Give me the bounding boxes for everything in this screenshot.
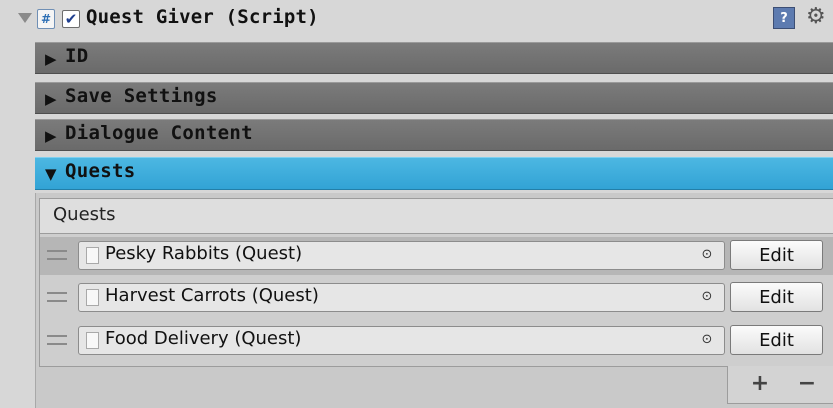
object-picker-icon[interactable]: ⊙ [698, 288, 716, 306]
add-item-icon[interactable]: + [747, 371, 773, 397]
foldout-arrow-icon: ▶ [45, 90, 57, 108]
foldout-arrow-icon: ▶ [45, 127, 57, 145]
quest-asset-icon [86, 332, 99, 349]
foldout-dialogue-content[interactable]: ▶ Dialogue Content [35, 119, 833, 151]
quest-object-field[interactable]: Food Delivery (Quest) [78, 326, 725, 355]
list-footer: + − [727, 366, 833, 404]
quest-list-row[interactable]: Harvest Carrots (Quest) ⊙ Edit [40, 279, 833, 317]
edit-quest-button[interactable]: Edit [730, 282, 823, 312]
drag-handle-icon[interactable] [47, 250, 67, 260]
foldout-label: Save Settings [65, 85, 218, 107]
quest-list-header-label: Quests [53, 204, 116, 225]
edit-quest-button[interactable]: Edit [730, 325, 823, 355]
settings-gear-icon[interactable]: ⚙ [806, 3, 833, 31]
foldout-quests[interactable]: ▼ Quests [35, 157, 833, 190]
quest-object-label: Pesky Rabbits (Quest) [105, 243, 303, 264]
foldout-id[interactable]: ▶ ID [35, 42, 833, 74]
quest-asset-icon [86, 289, 99, 306]
quest-object-field[interactable]: Harvest Carrots (Quest) [78, 283, 725, 312]
component-title: Quest Giver (Script) [86, 6, 319, 28]
drag-handle-icon[interactable] [47, 335, 67, 345]
script-icon: # [37, 9, 55, 29]
quest-object-label: Harvest Carrots (Quest) [105, 285, 319, 306]
component-enabled-checkbox[interactable]: ✔ [62, 10, 80, 28]
quest-list-row[interactable]: Food Delivery (Quest) ⊙ Edit [40, 322, 833, 360]
help-icon[interactable]: ? [773, 7, 795, 29]
object-picker-icon[interactable]: ⊙ [698, 331, 716, 349]
foldout-save-settings[interactable]: ▶ Save Settings [35, 82, 833, 114]
quest-list-header: Quests [39, 198, 833, 234]
foldout-label: Quests [65, 160, 136, 182]
object-picker-icon[interactable]: ⊙ [698, 246, 716, 264]
foldout-arrow-icon: ▶ [45, 50, 57, 68]
quest-object-label: Food Delivery (Quest) [105, 328, 302, 349]
quest-asset-icon [86, 247, 99, 264]
foldout-arrow-icon: ▼ [45, 165, 57, 183]
quest-object-field[interactable]: Pesky Rabbits (Quest) [78, 241, 725, 270]
quest-list-row[interactable]: Pesky Rabbits (Quest) ⊙ Edit [40, 237, 833, 275]
foldout-label: ID [65, 45, 89, 67]
remove-item-icon[interactable]: − [794, 371, 820, 397]
component-fold-arrow-icon[interactable] [18, 13, 32, 23]
foldout-label: Dialogue Content [65, 122, 253, 144]
edit-quest-button[interactable]: Edit [730, 240, 823, 270]
drag-handle-icon[interactable] [47, 292, 67, 302]
